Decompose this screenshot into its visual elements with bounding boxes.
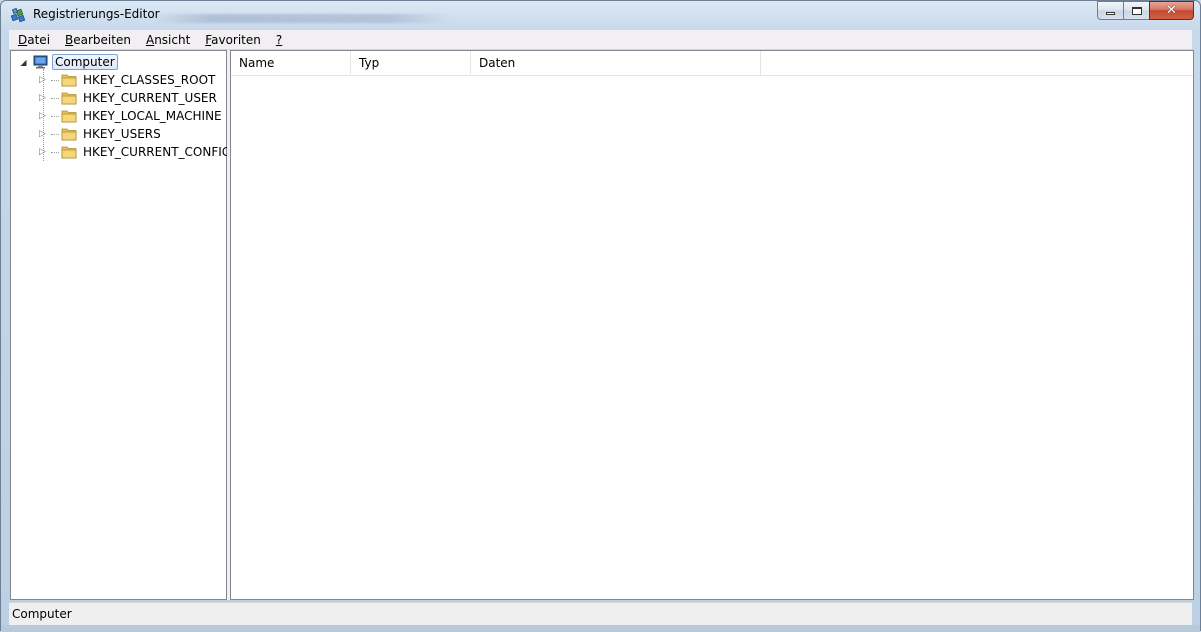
caption-buttons: ✕ xyxy=(1097,1,1194,21)
menu-ansicht-label: nsicht xyxy=(154,32,191,47)
tree-connector-line xyxy=(51,79,59,81)
menu-help[interactable]: ? xyxy=(268,33,289,47)
folder-icon xyxy=(61,73,77,87)
menu-bearbeiten[interactable]: Bearbeiten xyxy=(57,33,138,47)
tree-connector-line xyxy=(51,133,59,135)
menu-datei-accel: D xyxy=(18,32,28,47)
column-header-name-label: Name xyxy=(239,56,275,70)
column-header-daten-label: Daten xyxy=(479,56,516,70)
tree-label-hkey-current-user: HKEY_CURRENT_USER xyxy=(83,91,217,105)
collapse-arrow-icon[interactable]: ◢ xyxy=(19,58,28,67)
minimize-icon xyxy=(1106,12,1115,15)
tree-item-computer[interactable]: ◢ Computer xyxy=(19,53,118,71)
tree-item-hkey-current-config[interactable]: ▷ HKEY_CURRENT_CONFIG xyxy=(39,143,233,161)
minimize-button[interactable] xyxy=(1097,1,1124,20)
tree-connector-line xyxy=(51,115,59,117)
column-header-typ[interactable]: Typ xyxy=(351,51,471,75)
tree-item-hkey-local-machine[interactable]: ▷ HKEY_LOCAL_MACHINE xyxy=(39,107,224,125)
menu-favoriten-label: avoriten xyxy=(211,32,261,47)
expand-arrow-icon[interactable]: ▷ xyxy=(39,75,49,85)
maximize-icon xyxy=(1131,6,1142,15)
menu-bearbeiten-label: earbeiten xyxy=(73,32,131,47)
tree-label-hkey-current-config: HKEY_CURRENT_CONFIG xyxy=(83,145,232,159)
menu-favoriten[interactable]: Favoriten xyxy=(197,33,268,47)
title-bar[interactable]: Registrierungs-Editor ✕ xyxy=(1,1,1200,29)
folder-icon xyxy=(61,127,77,141)
menu-ansicht[interactable]: Ansicht xyxy=(138,33,197,47)
close-button[interactable]: ✕ xyxy=(1149,1,1194,20)
tree-label-hkey-classes-root: HKEY_CLASSES_ROOT xyxy=(83,73,216,87)
tree-item-hkey-current-user[interactable]: ▷ HKEY_CURRENT_USER xyxy=(39,89,219,107)
menu-datei-label: atei xyxy=(27,32,51,47)
values-list-pane[interactable]: Name Typ Daten xyxy=(230,50,1194,600)
close-icon: ✕ xyxy=(1166,3,1177,18)
folder-icon xyxy=(61,145,77,159)
tree-item-hkey-classes-root[interactable]: ▷ HKEY_CLASSES_ROOT xyxy=(39,71,217,89)
tree-label-computer: Computer xyxy=(52,54,118,70)
status-bar: Computer xyxy=(9,602,1192,625)
status-text: Computer xyxy=(12,607,72,621)
menu-ansicht-accel: A xyxy=(145,32,155,47)
folder-icon xyxy=(61,109,77,123)
registry-editor-icon xyxy=(10,6,28,24)
key-tree-pane[interactable]: ◢ Computer ▷ HKEY_CLASSES_ROOT ▷ HKEY_CU… xyxy=(10,50,231,600)
expand-arrow-icon[interactable]: ▷ xyxy=(39,147,49,157)
expand-arrow-icon[interactable]: ▷ xyxy=(39,111,49,121)
tree-connector-line xyxy=(51,97,59,99)
menu-bar: Datei Bearbeiten Ansicht Favoriten ? xyxy=(9,30,1192,50)
computer-icon xyxy=(33,55,49,69)
expand-arrow-icon[interactable]: ▷ xyxy=(39,93,49,103)
window-title: Registrierungs-Editor xyxy=(33,7,160,21)
tree-connector-line xyxy=(51,151,59,153)
expand-arrow-icon[interactable]: ▷ xyxy=(39,129,49,139)
list-header: Name Typ Daten xyxy=(231,51,1193,76)
menu-help-accel: ? xyxy=(275,32,283,47)
blurred-title-background xyxy=(151,14,451,23)
menu-datei[interactable]: Datei xyxy=(9,33,57,47)
maximize-button[interactable] xyxy=(1123,1,1150,20)
registry-editor-window: Registrierungs-Editor ✕ Datei Bearbeiten… xyxy=(0,0,1201,632)
tree-label-hkey-local-machine: HKEY_LOCAL_MACHINE xyxy=(83,109,222,123)
folder-icon xyxy=(61,91,77,105)
tree-item-hkey-users[interactable]: ▷ HKEY_USERS xyxy=(39,125,163,143)
column-header-typ-label: Typ xyxy=(359,56,380,70)
column-header-name[interactable]: Name xyxy=(231,51,351,75)
tree-label-hkey-users: HKEY_USERS xyxy=(83,127,161,141)
column-header-daten[interactable]: Daten xyxy=(471,51,761,75)
